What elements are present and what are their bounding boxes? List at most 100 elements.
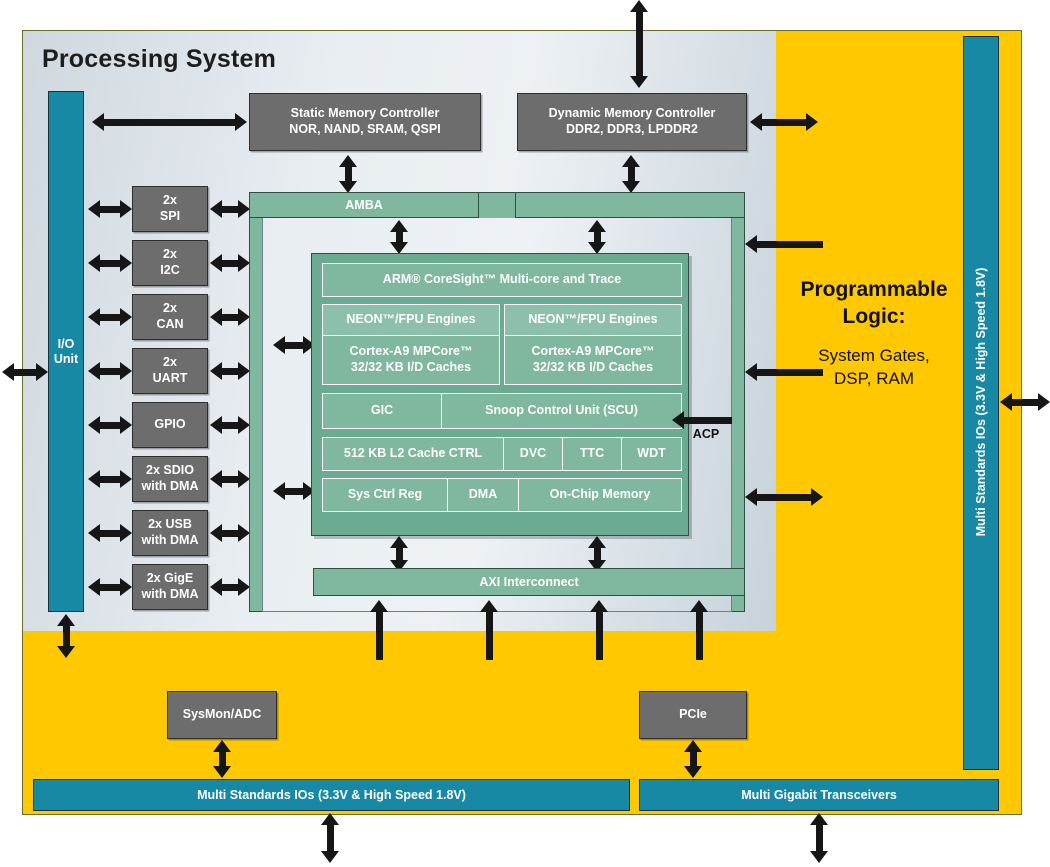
pl-sub-line1: System Gates, — [818, 346, 930, 365]
peripheral-line1: 2x SDIO — [146, 463, 194, 478]
arrow-mgt-external — [808, 813, 830, 863]
peripheral-line1: GPIO — [154, 417, 186, 432]
peripheral-line1: 2x — [163, 355, 177, 370]
block-sys-ctrl-reg[interactable]: Sys Ctrl Reg — [322, 478, 448, 512]
block-peripheral-i2c[interactable]: 2x I2C — [132, 240, 208, 286]
arrow-iounit-i2c — [88, 251, 132, 275]
arrow-pcie-mgt — [682, 740, 704, 778]
peripheral-line2: with DMA — [141, 587, 199, 601]
bar-multi-standards-ios-right[interactable]: Multi Standards IOs (3.3V & High Speed 1… — [963, 36, 999, 770]
programmable-logic-title: Programmable Logic: — [782, 276, 966, 330]
arrow-can-amba — [210, 305, 250, 329]
arrow-iounit-can — [88, 305, 132, 329]
arrow-uart-amba — [210, 359, 250, 383]
arrow-iounit-usb — [88, 521, 132, 545]
acp-label: ACP — [692, 427, 720, 441]
io-unit-line1: I/O — [57, 336, 75, 351]
block-peripheral-spi[interactable]: 2x SPI — [132, 186, 208, 232]
arrow-ddr-external — [628, 0, 650, 88]
arrow-pl-axi-4 — [688, 600, 710, 660]
arrow-pl-axi-2 — [478, 600, 500, 660]
arrow-gige-amba — [210, 575, 250, 599]
block-static-memory-controller[interactable]: Static Memory Controller NOR, NAND, SRAM… — [249, 93, 481, 151]
arrow-sysmon-mio — [211, 740, 233, 778]
arrow-pl-ps-3 — [745, 485, 823, 509]
block-peripheral-uart[interactable]: 2x UART — [132, 348, 208, 394]
vbar-label: Multi Standards IOs (3.3V & High Speed 1… — [974, 267, 988, 537]
bar-multi-gigabit-transceivers[interactable]: Multi Gigabit Transceivers — [639, 779, 999, 811]
block-peripheral-can[interactable]: 2x CAN — [132, 294, 208, 340]
block-cortex-a9-0[interactable]: Cortex-A9 MPCore™ 32/32 KB I/D Caches — [322, 335, 500, 385]
block-scu[interactable]: Snoop Control Unit (SCU) — [441, 393, 682, 429]
pl-sub-line2: DSP, RAM — [834, 369, 914, 388]
arrow-cpu-axi-left — [388, 536, 410, 572]
block-peripheral-sdio[interactable]: 2x SDIO with DMA — [132, 456, 208, 502]
arrow-i2c-amba — [210, 251, 250, 275]
dmc-line2: DDR2, DDR3, LPDDR2 — [566, 122, 698, 136]
peripheral-line1: 2x — [163, 301, 177, 316]
bar-multi-standards-ios-bottom[interactable]: Multi Standards IOs (3.3V & High Speed 1… — [33, 779, 630, 811]
block-on-chip-memory[interactable]: On-Chip Memory — [518, 478, 682, 512]
pl-title-line2: Logic: — [842, 305, 906, 328]
arrow-cpu-axi-right — [586, 536, 608, 572]
arrow-dmc-pl — [750, 110, 818, 134]
arrow-pl-ps-1 — [745, 232, 823, 256]
block-axi-interconnect[interactable]: AXI Interconnect — [313, 568, 745, 596]
arrow-amba-cpu-side-top — [273, 333, 315, 357]
arrow-amba-cpu-left — [388, 220, 410, 254]
smc-line1: Static Memory Controller — [290, 106, 440, 121]
block-pcie[interactable]: PCIe — [639, 691, 747, 739]
peripheral-line2: I2C — [160, 263, 180, 277]
io-unit-line2: Unit — [53, 351, 79, 366]
arrow-iounit-gige — [88, 575, 132, 599]
block-l2-cache-ctrl[interactable]: 512 KB L2 Cache CTRL — [322, 437, 504, 471]
block-cortex-a9-1[interactable]: Cortex-A9 MPCore™ 32/32 KB I/D Caches — [504, 335, 682, 385]
arrow-amba-cpu-right — [586, 220, 608, 254]
arrow-iounit-gpio — [88, 413, 132, 437]
peripheral-line1: 2x — [163, 193, 177, 208]
peripheral-line2: SPI — [159, 209, 181, 223]
arrow-iounit-uart — [88, 359, 132, 383]
block-dvc[interactable]: DVC — [503, 437, 563, 471]
arrow-iounit-spi — [88, 197, 132, 221]
block-wdt[interactable]: WDT — [621, 437, 682, 471]
block-dma[interactable]: DMA — [447, 478, 519, 512]
arrow-usb-amba — [210, 521, 250, 545]
arrow-io-unit-external — [2, 360, 48, 384]
cortex-line1: Cortex-A9 MPCore™ — [349, 344, 473, 359]
cortex-line1: Cortex-A9 MPCore™ — [531, 344, 655, 359]
arrow-iounit-smc — [92, 110, 247, 134]
block-peripheral-gige[interactable]: 2x GigE with DMA — [132, 564, 208, 610]
peripheral-line1: 2x — [163, 247, 177, 262]
dmc-line1: Dynamic Memory Controller — [548, 106, 716, 121]
peripheral-line2: with DMA — [141, 533, 199, 547]
arrow-gpio-amba — [210, 413, 250, 437]
arrow-pl-axi-1 — [368, 600, 390, 660]
arrow-spi-amba — [210, 197, 250, 221]
peripheral-line2: CAN — [156, 317, 184, 331]
arrow-iounit-mio — [55, 614, 77, 658]
arrow-pl-axi-3 — [588, 600, 610, 660]
peripheral-line1: 2x USB — [148, 517, 192, 532]
cortex-line2: 32/32 KB I/D Caches — [532, 360, 654, 374]
amba-bus-label[interactable]: AMBA — [249, 192, 479, 218]
smc-line2: NOR, NAND, SRAM, QSPI — [289, 122, 441, 136]
arrow-sdio-amba — [210, 467, 250, 491]
block-neon-fpu-0[interactable]: NEON™/FPU Engines — [322, 304, 500, 336]
block-ttc[interactable]: TTC — [562, 437, 622, 471]
arrow-right-io-external — [1000, 390, 1050, 414]
block-io-unit[interactable]: I/O Unit — [48, 91, 84, 612]
peripheral-line1: 2x GigE — [146, 571, 194, 586]
block-dynamic-memory-controller[interactable]: Dynamic Memory Controller DDR2, DDR3, LP… — [517, 93, 747, 151]
block-coresight[interactable]: ARM® CoreSight™ Multi-core and Trace — [322, 263, 682, 297]
arrow-mio-external — [319, 813, 341, 863]
block-peripheral-usb[interactable]: 2x USB with DMA — [132, 510, 208, 556]
block-sysmon-adc[interactable]: SysMon/ADC — [167, 691, 277, 739]
block-peripheral-gpio[interactable]: GPIO — [132, 402, 208, 448]
zynq-block-diagram: Processing System Static Memory Controll… — [0, 0, 1050, 867]
block-gic[interactable]: GIC — [322, 393, 442, 429]
block-neon-fpu-1[interactable]: NEON™/FPU Engines — [504, 304, 682, 336]
cortex-line2: 32/32 KB I/D Caches — [350, 360, 472, 374]
arrow-amba-cpu-side-bottom — [273, 479, 315, 503]
programmable-logic-subtitle: System Gates, DSP, RAM — [778, 344, 970, 390]
